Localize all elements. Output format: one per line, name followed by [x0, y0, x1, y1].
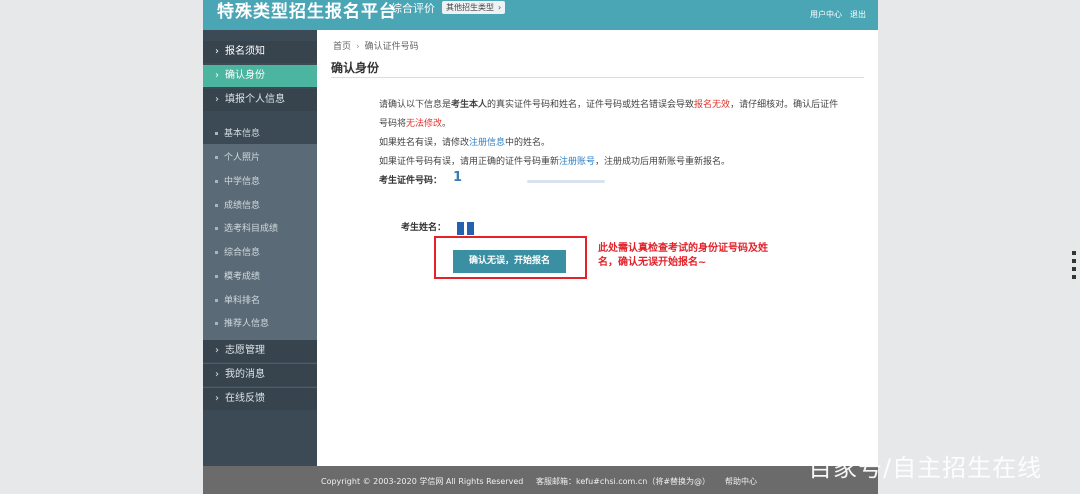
- notice-warning: 无法修改: [406, 119, 443, 129]
- registration-info-link[interactable]: 注册信息: [469, 138, 505, 148]
- sidebar-subitem[interactable]: 推荐人信息: [215, 316, 269, 329]
- sidebar-subitem[interactable]: 选考科目成绩: [215, 221, 278, 234]
- chevron-right-icon: ›: [215, 70, 219, 81]
- sidebar-subitem-label: 中学信息: [224, 177, 261, 187]
- sidebar-subitem-label: 选考科目成绩: [224, 224, 279, 234]
- sidebar-item-notice[interactable]: › 报名须知: [203, 41, 317, 63]
- sidebar-nav: › 报名须知 › 确认身份 › 填报个人信息 基本信息 个人照片 中学信息 成绩信息 …: [203, 30, 317, 466]
- sidebar-item-label: 确认身份: [225, 70, 265, 81]
- chevron-right-icon: ›: [215, 345, 219, 356]
- user-center-link[interactable]: 用户中心: [810, 10, 842, 19]
- annotation-callout: 此处需认真检查考试的身份证号码及姓名，确认无误开始报名~: [598, 243, 768, 268]
- title-divider: [331, 77, 864, 78]
- copyright-text: Copyright © 2003-2020 学信网 All Rights Res…: [321, 477, 524, 486]
- logout-link[interactable]: 退出: [850, 10, 866, 19]
- support-email: 客服邮箱：kefu#chsi.com.cn（将#替换为@）: [536, 477, 711, 486]
- notice-text-segment: ，注册成功后用新账号重新报名。: [595, 157, 731, 167]
- sidebar-subitem[interactable]: 综合信息: [215, 245, 260, 258]
- sidebar-subitem[interactable]: 个人照片: [215, 150, 260, 163]
- sidebar-subitem[interactable]: 基本信息: [215, 126, 260, 139]
- name-redaction-mask: [457, 220, 479, 235]
- switch-type-label: 其他招生类型: [446, 3, 494, 12]
- top-header: 特殊类型招生报名平台 综合评价 其他招生类型 › 用户中心 退出: [203, 0, 878, 30]
- chevron-right-icon: ›: [356, 42, 360, 52]
- bullet-icon: [215, 322, 218, 325]
- notice-text-segment: 的真实证件号码和姓名，证件号码或姓名错误会导致: [487, 100, 695, 110]
- notice-text: 请确认以下信息是考生本人的真实证件号码和姓名，证件号码或姓名错误会导致报名无效 ，…: [379, 96, 839, 172]
- sidebar-subitem-label: 基本信息: [224, 129, 261, 139]
- sidebar-subitem-label: 模考成绩: [224, 272, 261, 282]
- sidebar-subitem[interactable]: 成绩信息: [215, 198, 260, 211]
- module-label: 综合评价: [391, 2, 435, 15]
- sidebar-item-label: 报名须知: [225, 46, 265, 57]
- name-label: 考生姓名：: [401, 223, 447, 233]
- breadcrumb-home[interactable]: 首页: [333, 42, 351, 52]
- main-content: 首页 › 确认证件号码 确认身份 请确认以下信息是考生本人的真实证件号码和姓名，证件…: [317, 30, 878, 466]
- notice-paragraph-2: 如果姓名有误，请修改注册信息中的姓名。: [379, 134, 839, 153]
- sidebar-subitem-label: 推荐人信息: [224, 319, 270, 329]
- notice-text-segment: 请确认以下信息是: [379, 100, 452, 110]
- switch-type-button[interactable]: 其他招生类型 ›: [442, 1, 506, 14]
- bullet-icon: [215, 204, 218, 207]
- page-title: 确认身份: [331, 61, 380, 75]
- breadcrumb: 首页 › 确认证件号码: [333, 39, 419, 52]
- breadcrumb-current: 确认证件号码: [364, 42, 419, 52]
- register-account-link[interactable]: 注册账号: [559, 157, 595, 167]
- footer: Copyright © 2003-2020 学信网 All Rights Res…: [203, 466, 878, 494]
- sidebar-subitem[interactable]: 中学信息: [215, 174, 260, 187]
- sidebar-subitem[interactable]: 模考成绩: [215, 269, 260, 282]
- sidebar-subitem-label: 综合信息: [224, 248, 261, 258]
- sidebar-item-messages[interactable]: › 我的消息: [203, 364, 317, 386]
- sidebar-item-label: 我的消息: [225, 369, 265, 380]
- notice-paragraph-1: 请确认以下信息是考生本人的真实证件号码和姓名，证件号码或姓名错误会导致报名无效，…: [379, 96, 839, 134]
- bullet-icon: [215, 251, 218, 254]
- sidebar-item-confirm-identity[interactable]: › 确认身份: [203, 65, 317, 87]
- bullet-icon: [215, 275, 218, 278]
- notice-warning: 报名无效: [694, 100, 731, 110]
- confirm-start-registration-button[interactable]: 确认无误，开始报名: [453, 250, 566, 273]
- notice-text-segment: 。: [442, 119, 452, 129]
- notice-emphasis: 考生本人: [451, 100, 488, 110]
- sidebar-subnav: 基本信息 个人照片 中学信息 成绩信息 选考科目成绩 综合信息 模考成绩 单科排…: [203, 129, 317, 340]
- id-number-redacted: [527, 180, 605, 183]
- sidebar-subitem-label: 个人照片: [224, 153, 261, 163]
- notice-paragraph-3: 如果证件号码有误，请用正确的证件号码重新注册账号，注册成功后用新账号重新报名。: [379, 153, 839, 172]
- sidebar-subitem-label: 成绩信息: [224, 201, 261, 211]
- sidebar-subitem-label: 单科排名: [224, 296, 261, 306]
- sidebar-item-volunteer[interactable]: › 志愿管理: [203, 340, 317, 362]
- bullet-icon: [215, 299, 218, 302]
- notice-text-segment: 如果姓名有误，请修改: [379, 138, 470, 148]
- sidebar-item-personal-info[interactable]: › 填报个人信息: [203, 89, 317, 111]
- sidebar-subitem[interactable]: 单科排名: [215, 293, 260, 306]
- platform-title: 特殊类型招生报名平台: [217, 2, 397, 22]
- bullet-icon: [215, 180, 218, 183]
- scrollbar-handle[interactable]: [1071, 251, 1077, 289]
- chevron-right-icon: ›: [215, 94, 219, 105]
- sidebar-item-label: 在线反馈: [225, 393, 265, 404]
- bullet-icon: [215, 156, 218, 159]
- bullet-icon: [215, 132, 218, 135]
- notice-text-segment: 中的姓名。: [505, 138, 551, 148]
- sidebar-item-label: 志愿管理: [225, 345, 265, 356]
- id-number-value: 1: [453, 170, 464, 185]
- user-links: 用户中心 退出: [802, 9, 866, 20]
- watermark: 百家号/自主招生在线: [808, 454, 1043, 482]
- id-number-label: 考生证件号码：: [379, 176, 443, 186]
- chevron-right-icon: ›: [498, 3, 502, 12]
- chevron-right-icon: ›: [215, 369, 219, 380]
- chevron-right-icon: ›: [215, 46, 219, 57]
- chevron-right-icon: ›: [215, 393, 219, 404]
- bullet-icon: [215, 227, 218, 230]
- help-center-link[interactable]: 帮助中心: [725, 476, 757, 487]
- notice-text-segment: 如果证件号码有误，请用正确的证件号码重新: [379, 157, 560, 167]
- sidebar-item-feedback[interactable]: › 在线反馈: [203, 388, 317, 410]
- sidebar-item-label: 填报个人信息: [225, 94, 285, 105]
